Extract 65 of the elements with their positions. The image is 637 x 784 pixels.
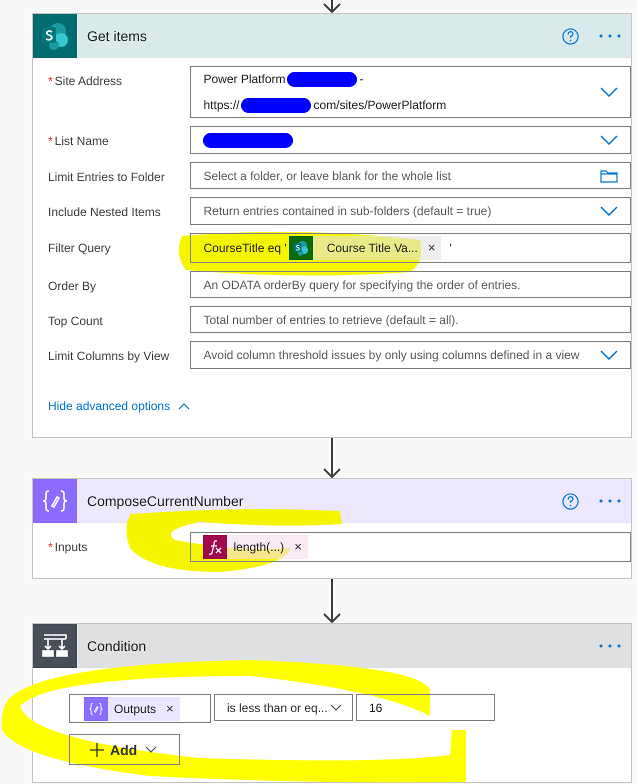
field-value: CourseTitle eq ' [203, 240, 287, 257]
dropdown-field[interactable] [190, 126, 631, 154]
site-address-dropdown[interactable]: Power Platform - https:// com/sites/PowerPlatform [190, 66, 631, 118]
chevron-down-icon[interactable] [600, 135, 618, 145]
plus-icon[interactable] [90, 742, 104, 756]
required-mark: * [48, 539, 53, 556]
card-title: ComposeCurrentNumber [87, 492, 244, 511]
field-label: List Name [54, 133, 109, 150]
flow-arrow [322, 579, 342, 623]
placeholder-text: An ODATA orderBy query for specifying the order of entries. [203, 276, 521, 294]
placeholder-text: Select a folder, or leave blank for the whole list [203, 168, 452, 184]
input-field[interactable]: 16 [356, 694, 495, 721]
chevron-down-icon[interactable] [330, 704, 342, 711]
field-label: Filter Query [48, 240, 111, 257]
token-label: length(...) [233, 539, 284, 556]
advanced-options-toggle[interactable]: Hide advanced options [48, 397, 190, 415]
remove-icon[interactable]: × [428, 238, 436, 258]
remove-icon[interactable]: × [294, 537, 302, 557]
input-field[interactable]: Total number of entries to retrieve (default = all). [190, 306, 631, 333]
help-icon[interactable] [562, 492, 579, 510]
chevron-down-icon[interactable] [600, 87, 618, 97]
card-title: Get items [87, 26, 147, 46]
folder-picker-field[interactable]: Select a folder, or leave blank for the whole list [190, 162, 631, 189]
token-label: Outputs [114, 700, 156, 718]
dropdown-field[interactable]: Return entries contained in sub-folders (default = true) [190, 197, 631, 225]
field-label: Top Count [48, 313, 103, 330]
field-label: Site Address [54, 73, 122, 90]
more-icon[interactable] [599, 499, 621, 503]
more-icon[interactable] [599, 34, 621, 38]
sharepoint-icon [288, 236, 313, 260]
field-label: Limit Columns by View [48, 348, 170, 365]
token-label: Course Title Va... [326, 240, 418, 257]
chevron-up-icon[interactable] [178, 402, 190, 410]
placeholder-text: Return entries contained in sub-folders (default = true) [203, 203, 492, 220]
field-label: Inputs [54, 539, 88, 556]
help-icon[interactable] [562, 28, 579, 44]
field-value: 16 [369, 700, 382, 716]
token-chip[interactable]: Outputs × [84, 696, 180, 720]
field-value: - [360, 71, 364, 88]
field-value: Power Platform [203, 71, 286, 88]
placeholder-text: Avoid column threshold issues by only using columns defined in a view [203, 347, 580, 364]
field-label: Limit Entries to Folder [48, 169, 165, 186]
dropdown-value: is less than or eq... [227, 700, 328, 716]
field-value: https:// [203, 97, 240, 114]
remove-icon[interactable]: × [166, 698, 174, 718]
required-mark: * [48, 133, 53, 150]
braces-icon [84, 696, 108, 720]
placeholder-text: Total number of entries to retrieve (default = all). [203, 312, 459, 328]
folder-icon[interactable] [600, 168, 618, 182]
dropdown-field[interactable]: Avoid column threshold issues by only using columns defined in a view [190, 341, 631, 369]
field-value: com/sites/PowerPlatform [314, 97, 446, 114]
operator-dropdown[interactable]: is less than or eq... [214, 694, 353, 721]
required-mark: * [48, 73, 53, 90]
function-icon [203, 535, 228, 559]
chevron-down-icon[interactable] [145, 746, 158, 753]
more-icon[interactable] [599, 644, 621, 648]
flow-arrow [322, 438, 342, 478]
field-label: Include Nested Items [48, 204, 161, 221]
field-label: Order By [48, 278, 96, 295]
input-field[interactable]: An ODATA orderBy query for specifying the order of entries. [190, 271, 631, 298]
chevron-down-icon[interactable] [600, 206, 618, 216]
chevron-down-icon[interactable] [600, 350, 618, 360]
card-title: Condition [87, 636, 146, 656]
field-value: ' [449, 240, 452, 257]
condition-operand-field[interactable]: Outputs × [69, 694, 211, 723]
